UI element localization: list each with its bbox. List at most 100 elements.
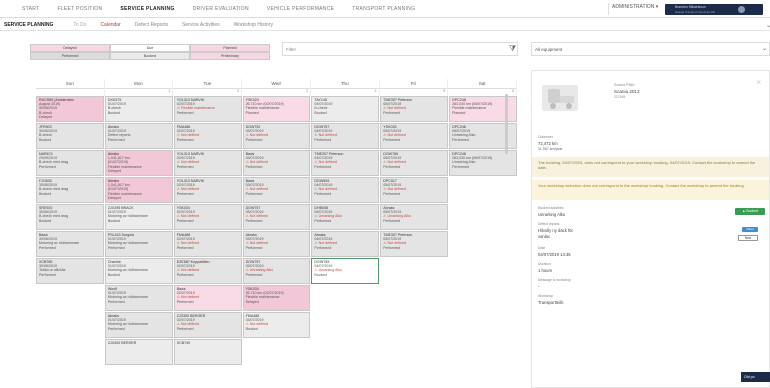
legend-preliminary[interactable]: Preliminary [190,52,270,60]
booking-card[interactable]: DHB058 04/07/2019 ⚠ Unrarking Alko Performe… [311,204,380,230]
booking-card[interactable]: Abraks 1,041,817 km (01/07/2019) Flexible m… [104,150,173,176]
booking-card-line: Performed [39,245,56,250]
booking-card[interactable]: Abraks 01/07/2019 Motoring av rödhammare Pe… [104,312,173,338]
booking-card-line: Booked [39,137,52,142]
booking-card[interactable]: YOL313 NARVIK 02/07/2019 ⚠ Not defined Perf… [173,150,242,176]
booking-card[interactable]: DGW765 05/07/2019 ⚠ Not defined Performed [380,150,449,176]
booking-card[interactable]: TAY145 04/07/2019 B-check Booked [311,96,380,122]
booking-card[interactable]: Chenille 01/07/2019 Motoring av rödhammare… [104,258,173,284]
booking-card[interactable]: XCB749 [173,339,242,365]
day-header: Sun [36,79,105,89]
booking-card[interactable]: DGW757 03/07/2019 ⚠ Not defined Performed [242,204,311,230]
booking-card-line: Delayed [107,195,122,200]
legend-planned[interactable]: Planned [190,44,270,52]
booking-card[interactable]: FMA488 02/07/2019 ⚠ Not defined Performed [173,231,242,257]
tab-workshop-history[interactable]: Workshop History [234,22,273,28]
filter-icon[interactable]: ⧩ [509,44,516,54]
booking-card[interactable]: DGW759 04/07/2019 ⚠ Unrarking Alko Booked [311,258,380,284]
booking-card[interactable]: JFR503 30/06/2019 B-check Booked [36,123,104,149]
booking-card[interactable]: ZJX300 BERGER [104,339,173,365]
calendar-day-column: DXK379 01/07/2019 B-check Booked Abraks 01/07… [104,96,173,365]
calendar: Sun Mon Tue Wed Thu Fri Sat 1 2 3 4 5 6 … [36,79,517,388]
chevron-down-icon[interactable]: ⌄ [766,22,770,29]
booking-card[interactable]: DGW752 03/07/2019 ⚠ Not defined Performed [242,123,311,149]
nav-vehicle-performance[interactable]: VEHICLE PERFORMANCE [267,6,334,12]
booking-card[interactable]: YSK034 02/07/2019 ⚠ Not defined Performed [173,204,242,230]
booking-card[interactable]: EZE587 Kopparlilien 02/07/2019 ⚠ Not defin… [173,258,242,284]
booking-card[interactable]: Baws 30/06/2019 Motoring av rödhammare Perf… [36,231,104,257]
booking-card[interactable]: YOL313 NARVIK 02/07/2019 ⚠ Flexible mainte… [173,96,242,122]
booking-card-line: Performed [245,164,263,169]
booking-card[interactable]: DGW509 04/07/2019 ⚠ Not defined Performed [311,177,380,203]
legend-booked[interactable]: Booked [110,52,190,60]
booking-card[interactable]: Abraks 03/07/2019 ⚠ Not defined Performed [242,231,311,257]
booking-card[interactable]: FMA488 03/07/2019 ⚠ Not defined Booked [242,312,311,338]
booking-card[interactable]: YSK033 05/07/2019 ⚠ Not defined Performed [380,123,449,149]
booking-card-line: Performed [107,245,125,250]
tab-defect-reports[interactable]: Defect Reports [135,22,168,28]
booking-card[interactable]: Baws 02/07/2019 ⚠ Not defined Performed [173,285,242,311]
tab-calendar[interactable]: Calendar [100,22,120,28]
nav-start[interactable]: START [22,6,39,12]
booking-card[interactable]: DPC017 05/07/2019 ⚠ Not defined Performed [380,177,449,203]
booking-card[interactable]: Baws 03/07/2019 ⚠ Not defined Performed [242,150,311,176]
administration-menu[interactable]: ADMINISTRATION ▾ [612,4,658,10]
booking-card-line: Performed [314,245,332,250]
tab-service-activities[interactable]: Service Activities [182,22,220,28]
booking-card[interactable]: XCB765 30/06/2019 Tarika ur allt/Alla Perfo… [36,258,104,284]
odometer-value: 72,472 km [538,141,558,146]
nav-transport-planning[interactable]: TRANSPORT PLANNING [352,6,415,12]
vehicle-code: Scania P360 [614,83,635,87]
booking-card-line: Performed [383,218,401,223]
booking-card[interactable]: Baws 03/07/2019 ⚠ Not defined Performed [242,177,311,203]
booking-card[interactable]: ZJX295 BRACK 01/07/2019 Motoring av rödham… [104,204,173,230]
legend-performed[interactable]: Performed [30,52,110,60]
booking-card[interactable]: DXK379 01/07/2019 B-check Booked [104,96,173,122]
booked-activities-value: Unrarking Alko [538,212,566,217]
section-title: SERVICE PLANNING [4,21,54,28]
booking-card[interactable]: DGW757 03/07/2019 ⚠ Unrarking Alko Performe… [242,258,311,284]
nav-driver-evaluation[interactable]: DRIVER EVALUATION [193,6,249,12]
booking-card[interactable]: Woolf 01/07/2019 Motoring av rödhammare Per… [104,285,173,311]
truck-image [542,85,578,111]
close-icon[interactable]: × [756,77,761,87]
booking-card[interactable]: Abraks 1,041,817 km (01/07/2019) Flexible m… [104,177,173,203]
day-number: 3 [242,89,311,96]
booking-card-line: Performed [245,245,263,250]
booking-card-line: XCB749 [176,341,191,345]
filter-input[interactable]: Filter [282,42,518,56]
calendar-day-column: YOL313 NARVIK 02/07/2019 ⚠ Flexible mainte… [173,96,242,365]
equipment-select[interactable]: All equipment ⌄ [531,42,770,56]
booking-card-line: Performed [107,299,125,304]
legend-due[interactable]: Due [110,44,190,52]
booking-card[interactable]: NAR674 29/09/2019 B-check med drag Performe… [36,150,104,176]
booking-card[interactable]: TME307 Peterson 05/07/2019 ⚠ Not defined Pe… [380,96,449,122]
booking-card[interactable]: Abraks 01/07/2019 Defect reports Performed [104,123,173,149]
user-menu[interactable]: Brandon Mikaelsson Scania Transport Serv… [665,4,763,15]
booking-card-line: Performed [176,272,194,277]
booking-card[interactable]: YOL313 NARVIK 02/07/2019 ⚠ Not defined Perf… [173,177,242,203]
old-portal-button[interactable]: Old po [741,372,770,382]
booking-card[interactable]: YSK024 26,710 km (02/07/2019) Flexible mai… [242,96,311,122]
booking-card[interactable]: FMA488 02/07/2019 ⚠ Not defined Performed [173,123,242,149]
booking-card[interactable]: Abraks 05/07/2019 ⚠ Unrarking Alko Performe… [380,204,449,230]
booking-card[interactable]: YSK034 26,710 km (02/07/2019) Flexible mai… [242,285,311,311]
booking-card[interactable]: TME307 Peterson 04/07/2019 ⚠ Not defined Pe… [311,150,380,176]
calendar-scrollbar[interactable] [505,94,508,154]
booking-card[interactable]: ZJX300 BERGER 02/07/2019 ⚠ Not defined Perf… [173,312,242,338]
booking-card[interactable]: TME307 Peterson 05/07/2019 ⚠ Not defined Pe… [380,231,449,257]
booking-card[interactable]: RUCS69 (Amsterdam August 2019) 30/06/2019 B… [36,96,104,122]
defect-reports-label: Defect reports [538,222,560,226]
tab-todo[interactable]: To Do [73,22,86,28]
booking-card[interactable]: PSL443 Sorgoid 01/07/2019 Motoring av rödh… [104,231,173,257]
booking-card[interactable]: Abraks 04/07/2019 ⚠ Not defined Performed [311,231,380,257]
defect-new-button[interactable]: New [738,235,758,241]
nav-service-planning[interactable]: SERVICE PLANNING [120,6,174,12]
defect-type-badge: Other [742,227,758,232]
booking-card[interactable]: FJO530 30/06/2019 B-check med drag Booked [36,177,104,203]
calendar-day-column: YSK024 26,710 km (02/07/2019) Flexible mai… [242,96,311,365]
booking-card[interactable]: SRE920 30/06/2019 B-check med drag Booked [36,204,104,230]
booking-card[interactable]: DGW757 04/07/2019 ⚠ Not defined Performed [311,123,380,149]
nav-fleet-position[interactable]: FLEET POSITION [57,6,102,12]
legend-delayed[interactable]: Delayed [30,44,110,52]
